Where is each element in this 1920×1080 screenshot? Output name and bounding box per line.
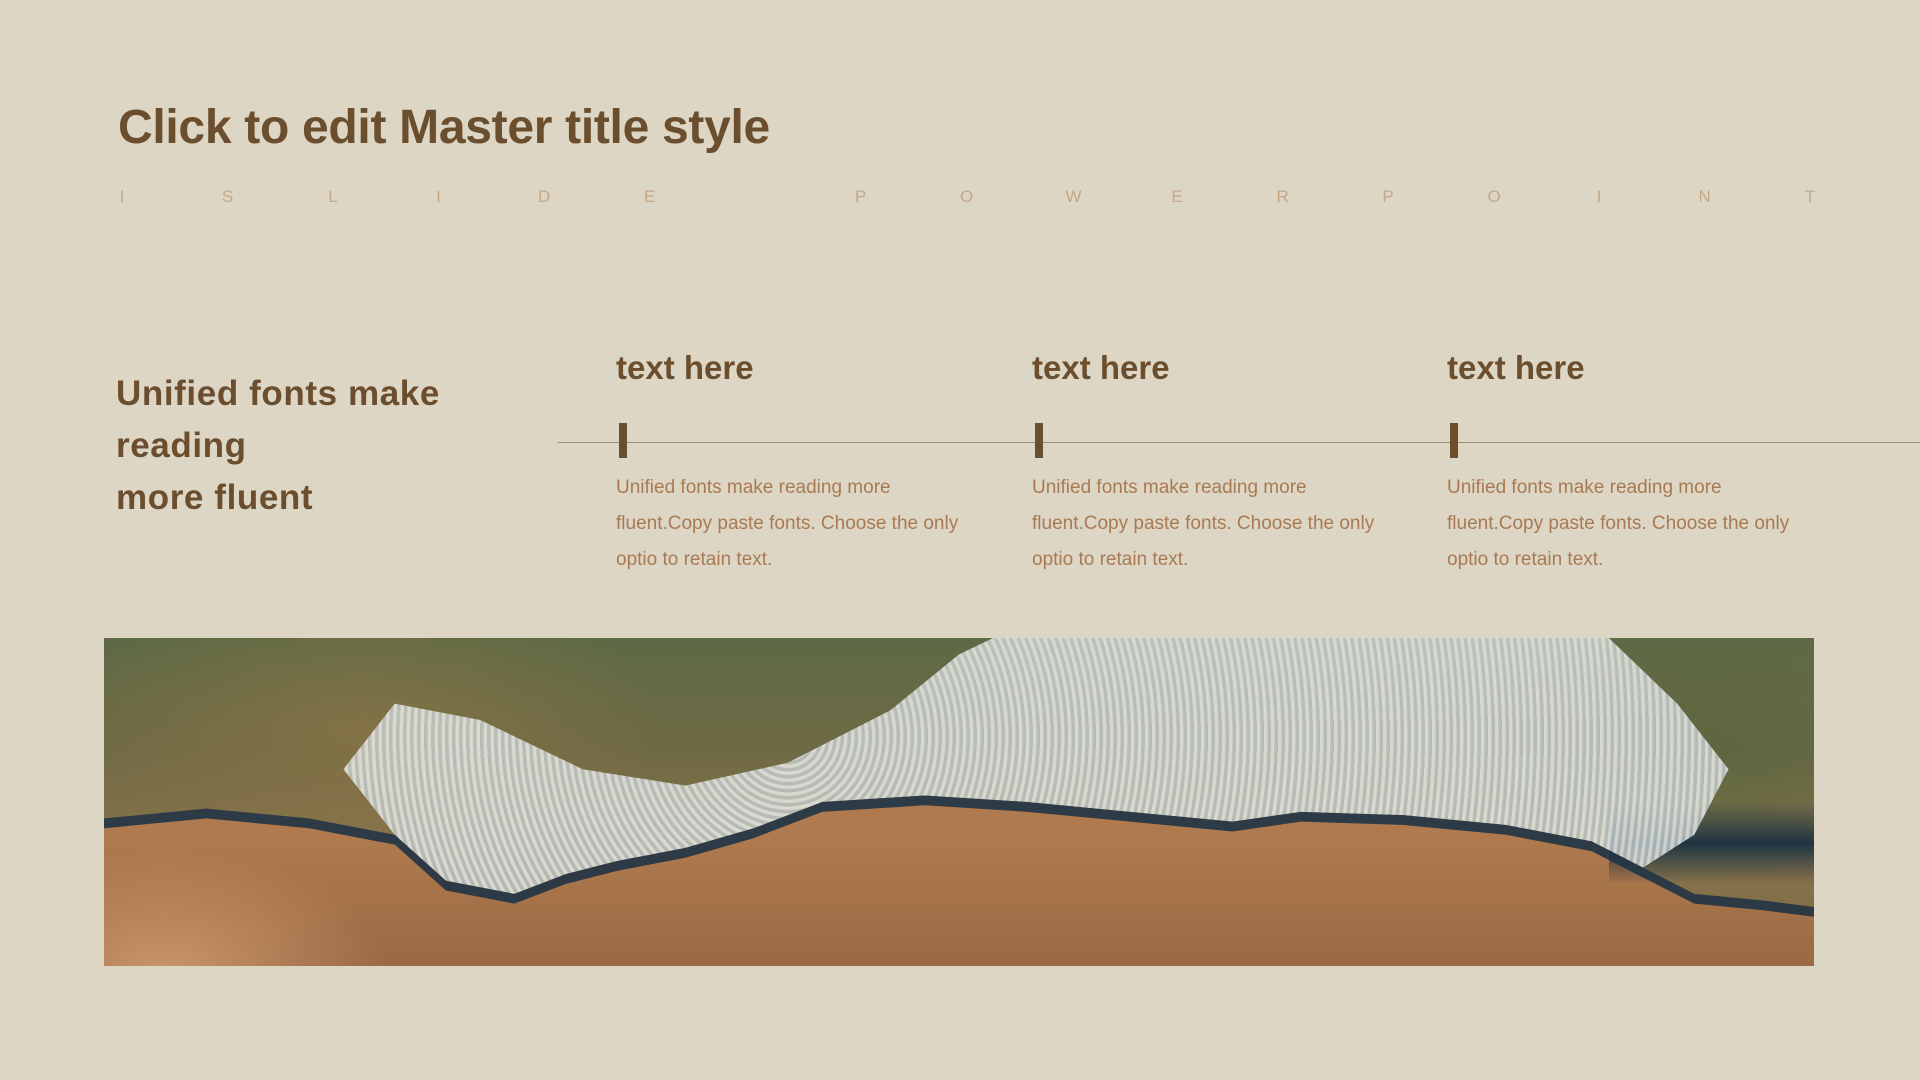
subtitle-letter: P <box>854 187 867 206</box>
column-heading[interactable]: text here <box>616 344 996 392</box>
subtitle-letter: D <box>538 187 551 206</box>
subtitle-spaced-letters: I S L I D E P O W E R P O I N T <box>116 186 1816 208</box>
column-heading[interactable]: text here <box>1447 344 1827 392</box>
subtitle-letter: P <box>1382 187 1394 206</box>
subtitle-letter: E <box>643 187 656 206</box>
lead-heading[interactable]: Unified fonts make reading more fluent <box>116 368 440 524</box>
subtitle-letter: T <box>1804 187 1816 206</box>
column-body[interactable]: Unified fonts make reading more fluent.C… <box>616 470 976 578</box>
column-heading[interactable]: text here <box>1032 344 1412 392</box>
lead-heading-line: Unified fonts make <box>116 374 440 413</box>
timeline-marker <box>1450 423 1458 458</box>
text-column-1: text here Unified fonts make reading mor… <box>616 344 996 570</box>
timeline-rule <box>558 442 1920 443</box>
text-column-3: text here Unified fonts make reading mor… <box>1447 344 1827 570</box>
timeline-marker <box>619 423 627 458</box>
subtitle-letter: O <box>1487 187 1501 206</box>
subtitle-letter: I <box>436 187 441 206</box>
subtitle-letter: O <box>960 187 974 206</box>
subtitle-letter: I <box>1596 187 1602 206</box>
subtitle-letter: L <box>328 187 338 206</box>
subtitle-letter: N <box>1698 187 1711 206</box>
slide-title[interactable]: Click to edit Master title style <box>118 98 770 158</box>
text-column-2: text here Unified fonts make reading mor… <box>1032 344 1412 570</box>
lead-heading-line: reading <box>116 426 247 465</box>
subtitle-letter <box>749 186 761 208</box>
column-body[interactable]: Unified fonts make reading more fluent.C… <box>1447 470 1807 578</box>
subtitle-letter: R <box>1276 187 1289 206</box>
column-body[interactable]: Unified fonts make reading more fluent.C… <box>1032 470 1392 578</box>
subtitle-letter: S <box>221 187 234 206</box>
beach-wave-photo[interactable] <box>104 638 1814 966</box>
subtitle-letter: I <box>119 187 125 206</box>
subtitle-letter: E <box>1171 187 1183 206</box>
subtitle-letter: W <box>1065 187 1082 206</box>
lead-heading-line: more fluent <box>116 478 314 517</box>
timeline-marker <box>1035 423 1043 458</box>
